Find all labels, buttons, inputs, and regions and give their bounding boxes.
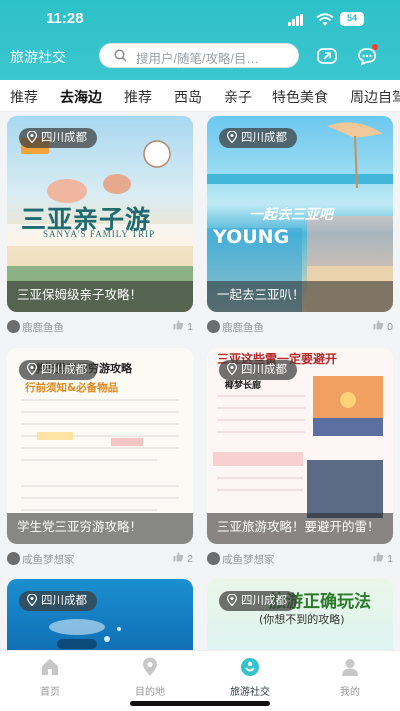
cover-art-subtitle: YOUNG (213, 226, 290, 248)
tab-local-food[interactable]: 特色美食 (272, 87, 328, 107)
message-badge (372, 44, 378, 50)
location-badge: 四川成都 (219, 128, 297, 148)
location-pin-icon (26, 130, 38, 144)
nav-label: 首页 (40, 687, 60, 698)
post-cover-image (7, 579, 193, 650)
avatar[interactable] (7, 552, 20, 565)
cover-art-subtitle: 行前须知&必备物品 (25, 382, 119, 394)
top-bar: 11:28 54 旅游社交 搜用户/随笔/攻略/目… (0, 0, 400, 80)
location-pin-icon (226, 593, 238, 607)
home-icon (42, 659, 58, 675)
location-text: 四川成都 (241, 595, 287, 607)
author-name[interactable]: 咸鱼梦想家 (22, 552, 75, 567)
profile-icon (342, 659, 358, 676)
like-button[interactable]: 1 (373, 552, 393, 565)
author-name[interactable]: 鹿鹿鱼鱼 (22, 320, 64, 335)
like-count: 0 (387, 321, 393, 333)
tab-recommend-2[interactable]: 推荐 (124, 87, 152, 107)
post-title: 三亚旅游攻略！要避开的雷！ (207, 513, 393, 544)
location-text: 四川成都 (241, 364, 287, 376)
location-pin-icon (26, 593, 38, 607)
avatar[interactable] (207, 320, 220, 333)
like-count: 1 (387, 553, 393, 565)
location-text: 四川成都 (41, 364, 87, 376)
location-badge: 四川成都 (19, 591, 97, 611)
location-text: 四川成都 (241, 132, 287, 144)
nav-label: 我的 (340, 687, 360, 698)
like-count: 1 (187, 321, 193, 333)
location-badge: 四川成都 (19, 128, 97, 148)
status-bar: 11:28 54 (0, 8, 400, 32)
battery-indicator: 54 (340, 12, 364, 26)
author-name[interactable]: 咸鱼梦想家 (222, 552, 275, 567)
nav-profile[interactable]: 我的 (310, 657, 390, 698)
category-tabs: 推荐 去海边 推荐 西岛 亲子 特色美食 周边自驾 (0, 80, 400, 112)
tab-family[interactable]: 亲子 (224, 87, 252, 107)
avatar[interactable] (207, 552, 220, 565)
post-card[interactable]: 三亚亲子游 SANYA'S FAMILY TRIP 四川成都 三亚保姆级亲子攻略… (7, 116, 193, 312)
location-pin-icon (226, 362, 238, 376)
post-card[interactable]: 三亚这些雷一定要避开 椰梦长廊 四川成都 三亚旅游攻略！要避开的雷！ (207, 348, 393, 544)
search-placeholder: 搜用户/随笔/攻略/目… (136, 52, 259, 66)
thumbs-up-icon (373, 552, 384, 562)
post-meta: 咸鱼梦想家 1 (207, 550, 393, 568)
like-button[interactable]: 1 (173, 320, 193, 333)
app-title: 旅游社交 (10, 49, 66, 65)
author-name[interactable]: 鹿鹿鱼鱼 (222, 320, 264, 335)
location-badge: 四川成都 (219, 360, 297, 380)
home-indicator (130, 701, 270, 706)
social-icon (241, 658, 259, 676)
wifi-icon (316, 13, 334, 26)
location-text: 四川成都 (41, 595, 87, 607)
location-text: 四川成都 (41, 132, 87, 144)
tab-west-island[interactable]: 西岛 (174, 87, 202, 107)
avatar[interactable] (7, 320, 20, 333)
tab-nearby-drive[interactable]: 周边自驾 (350, 87, 400, 107)
post-card[interactable]: 旅游正确玩法 (你想不到的攻略) 四川成都 (207, 579, 393, 650)
post-title: 三亚保姆级亲子攻略！ (7, 281, 193, 312)
like-count: 2 (187, 553, 193, 565)
location-icon (143, 657, 157, 676)
post-feed: 三亚亲子游 SANYA'S FAMILY TRIP 四川成都 三亚保姆级亲子攻略… (0, 112, 400, 650)
post-meta: 鹿鹿鱼鱼 1 (7, 318, 193, 336)
location-badge: 四川成都 (19, 360, 97, 380)
thumbs-up-icon (173, 552, 184, 562)
cover-art-subtitle: SANYA'S FAMILY TRIP (43, 229, 156, 239)
nav-label: 目的地 (135, 687, 165, 698)
thumbs-up-icon (373, 320, 384, 330)
nav-home[interactable]: 首页 (10, 657, 90, 698)
tab-seaside[interactable]: 去海边 (60, 87, 102, 107)
nav-social[interactable]: 旅游社交 (210, 657, 290, 698)
post-meta: 咸鱼梦想家 2 (7, 550, 193, 568)
ticket-icon[interactable] (316, 45, 338, 67)
search-input[interactable]: 搜用户/随笔/攻略/目… (99, 43, 299, 68)
post-meta: 鹿鹿鱼鱼 0 (207, 318, 393, 336)
post-card[interactable]: 一起去三亚吧 YOUNG 四川成都 一起去三亚叭！ (207, 116, 393, 312)
search-icon (114, 49, 127, 62)
location-pin-icon (226, 130, 238, 144)
like-button[interactable]: 2 (173, 552, 193, 565)
post-cover-image: 旅游正确玩法 (你想不到的攻略) (207, 579, 393, 650)
nav-destination[interactable]: 目的地 (110, 657, 190, 698)
status-time: 11:28 (46, 10, 84, 27)
post-title: 一起去三亚叭！ (207, 281, 393, 312)
cover-art-subtitle: (你想不到的攻略) (259, 613, 345, 626)
location-badge: 四川成都 (219, 591, 297, 611)
post-card[interactable]: 四川成都 (7, 579, 193, 650)
signal-icon (288, 14, 304, 26)
post-title: 学生党三亚穷游攻略！ (7, 513, 193, 544)
post-card[interactable]: 学生党三亚穷游攻略 行前须知&必备物品 四川成都 学生党三亚穷游攻略！ (7, 348, 193, 544)
location-pin-icon (26, 362, 38, 376)
thumbs-up-icon (173, 320, 184, 330)
like-button[interactable]: 0 (373, 320, 393, 333)
nav-label: 旅游社交 (230, 687, 270, 698)
tab-recommend[interactable]: 推荐 (10, 87, 38, 107)
cover-art-title: 一起去三亚吧 (249, 207, 333, 223)
